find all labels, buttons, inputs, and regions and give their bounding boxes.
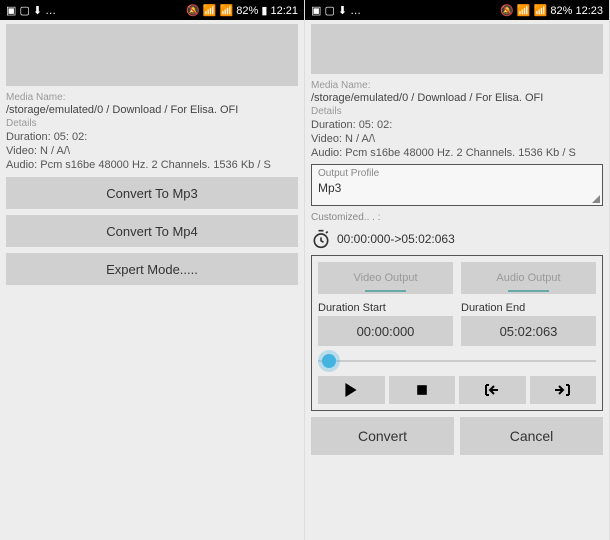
status-bar: ▣ ▢ ⬇ … 🔕 📶 📶 82% ▮ 12:21 — [0, 0, 304, 20]
set-end-button[interactable] — [530, 376, 597, 404]
stop-button[interactable] — [389, 376, 456, 404]
audio-text: Audio: Pcm s16be 48000 Hz. 2 Channels. 1… — [6, 159, 298, 171]
media-name-label: Media Name: — [6, 92, 298, 103]
convert-mp4-button[interactable]: Convert To Mp4 — [6, 215, 298, 247]
media-name-label: Media Name: — [311, 80, 603, 91]
status-bar: ▣ ▢ ⬇ … 🔕 📶 📶 82% 12:23 — [305, 0, 609, 20]
duration-start-value[interactable]: 00:00:000 — [318, 316, 453, 346]
video-output-button[interactable]: Video Output — [318, 262, 453, 294]
timer-icon — [311, 229, 331, 249]
slider-thumb-icon — [322, 354, 336, 368]
cancel-button[interactable]: Cancel — [460, 417, 603, 455]
dropdown-corner-icon — [592, 195, 600, 203]
screen-left: ▣ ▢ ⬇ … 🔕 📶 📶 82% ▮ 12:21 Media Name: /s… — [0, 0, 305, 540]
status-icons-right: 🔕 📶 📶 82% 12:23 — [500, 4, 603, 17]
bracket-left-icon — [482, 383, 502, 397]
video-text: Video: N / A/\ — [6, 145, 298, 157]
seek-slider[interactable] — [318, 354, 596, 368]
bracket-right-icon — [553, 383, 573, 397]
set-start-button[interactable] — [459, 376, 526, 404]
media-thumbnail — [311, 24, 603, 74]
slider-track — [318, 360, 596, 362]
duration-text: Duration: 05: 02: — [311, 119, 603, 131]
screen-right: ▣ ▢ ⬇ … 🔕 📶 📶 82% 12:23 Media Name: /sto… — [305, 0, 610, 540]
time-range-row: 00:00:000->05:02:063 — [311, 229, 603, 249]
video-text: Video: N / A/\ — [311, 133, 603, 145]
expert-mode-button[interactable]: Expert Mode..... — [6, 253, 298, 285]
output-options-frame: Video Output Audio Output Duration Start… — [311, 255, 603, 411]
underline-icon — [508, 290, 549, 292]
time-range-text: 00:00:000->05:02:063 — [337, 232, 455, 246]
duration-end-label: Duration End — [461, 302, 596, 314]
output-profile-value: Mp3 — [318, 181, 596, 195]
media-thumbnail — [6, 24, 298, 86]
duration-end-value[interactable]: 05:02:063 — [461, 316, 596, 346]
media-path: /storage/emulated/0 / Download / For Eli… — [311, 92, 603, 104]
status-icons-left: ▣ ▢ ⬇ … — [6, 4, 56, 17]
audio-text: Audio: Pcm s16be 48000 Hz. 2 Channels. 1… — [311, 147, 603, 159]
duration-start-label: Duration Start — [318, 302, 453, 314]
details-label: Details — [311, 106, 603, 117]
stop-icon — [416, 384, 428, 396]
play-button[interactable] — [318, 376, 385, 404]
details-label: Details — [6, 118, 298, 129]
output-profile-select[interactable]: Output Profile Mp3 — [311, 164, 603, 206]
duration-text: Duration: 05: 02: — [6, 131, 298, 143]
media-path: /storage/emulated/0 / Download / For Eli… — [6, 104, 298, 116]
status-icons-left: ▣ ▢ ⬇ … — [311, 4, 361, 17]
play-icon — [344, 383, 358, 397]
convert-mp3-button[interactable]: Convert To Mp3 — [6, 177, 298, 209]
customized-label: Customized.. . : — [311, 212, 603, 223]
audio-output-button[interactable]: Audio Output — [461, 262, 596, 294]
underline-icon — [365, 290, 406, 292]
status-icons-right: 🔕 📶 📶 82% ▮ 12:21 — [186, 4, 298, 17]
output-profile-label: Output Profile — [318, 168, 596, 179]
convert-button[interactable]: Convert — [311, 417, 454, 455]
